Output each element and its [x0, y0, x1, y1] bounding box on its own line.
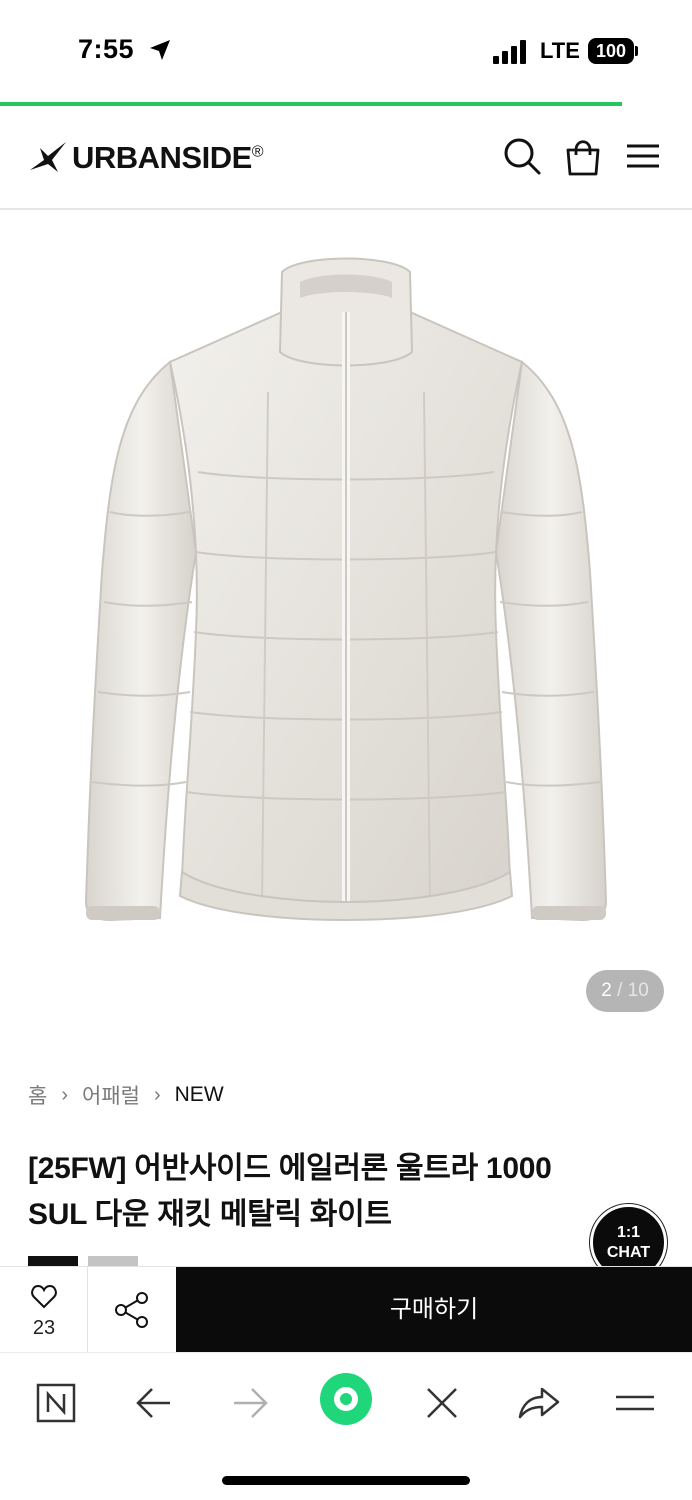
product-title: [25FW] 어반사이드 에일러론 울트라 1000 SUL 다운 재킷 메탈릭…	[28, 1146, 648, 1238]
breadcrumb-home[interactable]: 홈	[28, 1080, 47, 1110]
like-count: 23	[32, 1317, 56, 1339]
naver-n-icon[interactable]	[30, 1377, 82, 1429]
product-title-line2: SUL 다운 재킷 메탈릭 화이트	[28, 1198, 392, 1231]
breadcrumb-separator: ›	[153, 1083, 161, 1106]
logo[interactable]: URBANSIDE®	[72, 140, 264, 176]
gallery-total: 10	[627, 980, 649, 1001]
back-arrow-icon[interactable]	[128, 1377, 180, 1429]
breadcrumb: 홈 › 어패럴 › NEW	[28, 1080, 224, 1110]
chat-label-line2: CHAT	[606, 1244, 651, 1261]
network-label: LTE	[540, 38, 580, 63]
share-icon	[115, 1292, 148, 1328]
status-bar: 7:55 LTE 100	[0, 0, 692, 100]
status-time: 7:55	[78, 34, 135, 64]
breadcrumb-new[interactable]: NEW	[175, 1083, 224, 1107]
battery-icon: 100	[588, 38, 634, 64]
jacket-illustration	[84, 257, 608, 922]
registered-mark: ®	[251, 143, 264, 161]
color-swatch-gray[interactable]	[88, 1256, 138, 1266]
purchase-action-bar: 23 구매하기	[0, 1266, 692, 1353]
location-arrow-icon	[150, 40, 170, 60]
product-image[interactable]	[0, 212, 692, 1052]
signal-icon	[493, 40, 526, 64]
gallery-counter: 2 / 10	[586, 970, 664, 1012]
green-circle-home-icon[interactable]	[318, 1371, 374, 1427]
logo-star-icon	[30, 142, 66, 172]
home-indicator	[222, 1476, 470, 1485]
menu-icon[interactable]	[624, 136, 664, 176]
chat-label-line1: 1:1	[616, 1224, 641, 1241]
gallery-current: 2	[601, 980, 612, 1001]
breadcrumb-separator: ›	[61, 1083, 68, 1106]
like-button[interactable]: 23	[0, 1267, 88, 1353]
logo-text: URBANSIDE	[72, 140, 252, 175]
shopping-bag-icon[interactable]	[563, 136, 603, 176]
product-title-line1: [25FW] 어반사이드 에일러론 울트라 1000	[28, 1152, 552, 1185]
battery-nub	[635, 46, 638, 56]
share-button[interactable]	[88, 1267, 176, 1353]
site-header: URBANSIDE®	[0, 106, 692, 210]
gallery-separator: /	[611, 980, 628, 1001]
buy-button[interactable]: 구매하기	[176, 1267, 692, 1353]
close-icon[interactable]	[416, 1377, 468, 1429]
breadcrumb-apparel[interactable]: 어패럴	[82, 1080, 140, 1110]
browser-menu-icon[interactable]	[608, 1377, 660, 1429]
share-arrow-icon[interactable]	[512, 1377, 564, 1429]
forward-arrow-icon[interactable]	[224, 1377, 276, 1429]
color-swatch-black[interactable]	[28, 1256, 78, 1266]
heart-icon	[31, 1285, 57, 1309]
search-icon[interactable]	[502, 136, 542, 176]
